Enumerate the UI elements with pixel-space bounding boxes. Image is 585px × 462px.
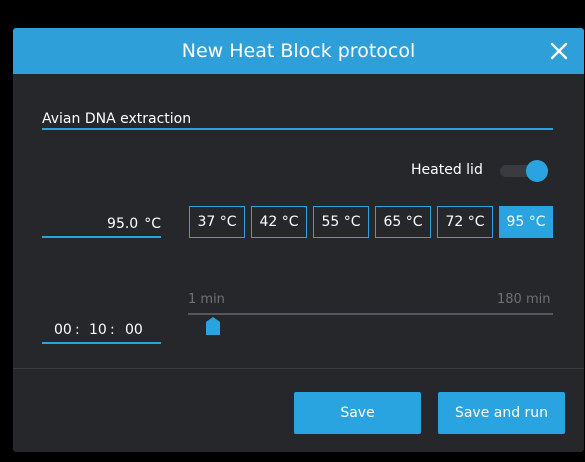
duration-hours[interactable]: 00 [54, 318, 72, 342]
duration-slider-thumb[interactable] [206, 317, 220, 335]
preset-95[interactable]: 95 °C [499, 206, 553, 238]
new-protocol-dialog: New Heat Block protocol Avian DNA extrac… [13, 28, 584, 452]
preset-65[interactable]: 65 °C [375, 206, 431, 238]
slider-min-label: 1 min [188, 292, 225, 307]
toggle-knob [526, 160, 548, 182]
close-button[interactable] [542, 28, 576, 74]
slider-max-label: 180 min [497, 292, 551, 307]
preset-37[interactable]: 37 °C [189, 206, 245, 238]
protocol-name-input[interactable]: Avian DNA extraction [42, 108, 553, 130]
preset-55[interactable]: 55 °C [313, 206, 369, 238]
heated-lid-toggle[interactable] [496, 159, 552, 183]
close-icon[interactable] [550, 42, 568, 60]
dialog-title-bar: New Heat Block protocol [13, 28, 584, 74]
preset-42[interactable]: 42 °C [251, 206, 307, 238]
duration-separator-1: : [75, 322, 80, 338]
temperature-input[interactable]: 95.0 °C [42, 212, 161, 238]
dialog-title: New Heat Block protocol [181, 40, 416, 62]
heated-lid-label: Heated lid [411, 162, 483, 178]
save-and-run-button[interactable]: Save and run [438, 392, 565, 434]
duration-slider-track[interactable] [188, 313, 553, 315]
save-button[interactable]: Save [294, 392, 421, 434]
duration-minutes[interactable]: 10 [89, 318, 107, 342]
duration-separator-2: : [110, 322, 115, 338]
protocol-name-value: Avian DNA extraction [42, 111, 192, 127]
preset-72[interactable]: 72 °C [437, 206, 493, 238]
temperature-value: 95.0 [107, 216, 139, 232]
temperature-unit: °C [144, 216, 161, 232]
footer-divider [13, 368, 584, 369]
duration-input[interactable]: 00 : 10 : 00 [42, 318, 161, 344]
duration-seconds[interactable]: 00 [125, 318, 143, 342]
